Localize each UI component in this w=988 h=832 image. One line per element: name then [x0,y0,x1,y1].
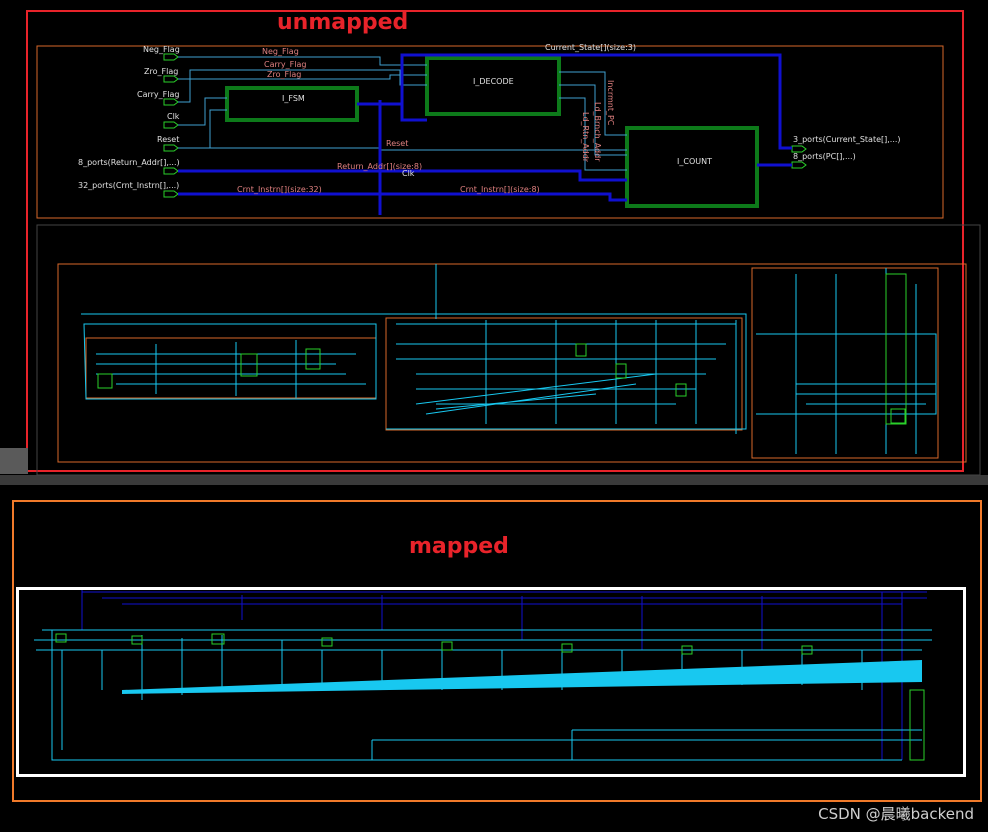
mapped-bus-bundle [122,660,922,694]
csdn-watermark: CSDN @晨曦backend [818,805,974,823]
unmapped-gate-schematic[interactable] [36,224,982,476]
decode-label: I_DECODE [473,77,514,86]
net-crnt-instrn-32: Crnt_Instrn[](size:32) [237,185,322,194]
count-label: I_COUNT [677,157,712,166]
input-return-addr: 8_ports(Return_Addr[],...) [78,158,180,167]
input-carry-flag: Carry_Flag [137,90,179,99]
net-clk: Clk [402,169,415,178]
decode-block [425,56,561,116]
unmapped-label: unmapped [277,10,409,35]
window-edge-left [0,448,28,474]
net-incrmnt-pc: Incrmnt_PC [606,80,615,126]
net-ld-rtn-addr: Ld_Rtn_Addr [581,112,590,163]
input-crnt-instrn: 32_ports(Crnt_Instrn[],...) [78,181,179,190]
count-block [625,126,759,208]
fsm-block [225,86,359,122]
net-current-state: Current_State[](size:3) [545,43,636,52]
output-current-state: 3_ports(Current_State[],...) [793,135,901,144]
output-pc: 8_ports(PC[],...) [793,152,856,161]
mapped-gate-schematic[interactable] [22,590,954,768]
net-neg-flag: Neg_Flag [262,47,299,56]
input-neg-flag: Neg_Flag [143,45,180,54]
mapped-label: mapped [409,534,509,559]
net-ld-brnch-addr: Ld_Brnch_Addr [593,102,602,162]
net-reset: Reset [386,139,408,148]
input-zro-flag: Zro_Flag [144,67,178,76]
gate-instance-border [57,263,967,463]
fsm-label: I_FSM [282,94,305,103]
window-edge-bottom [0,475,988,485]
input-reset: Reset [157,135,179,144]
input-clk: Clk [167,112,180,121]
net-zro-flag: Zro_Flag [267,70,301,79]
rtl-schematic[interactable]: I_FSM I_DECODE I_COUNT Neg_Flag Zro_Flag… [30,40,950,220]
net-carry-flag: Carry_Flag [264,60,306,69]
net-crnt-instrn-8: Crnt_Instrn[](size:8) [460,185,540,194]
